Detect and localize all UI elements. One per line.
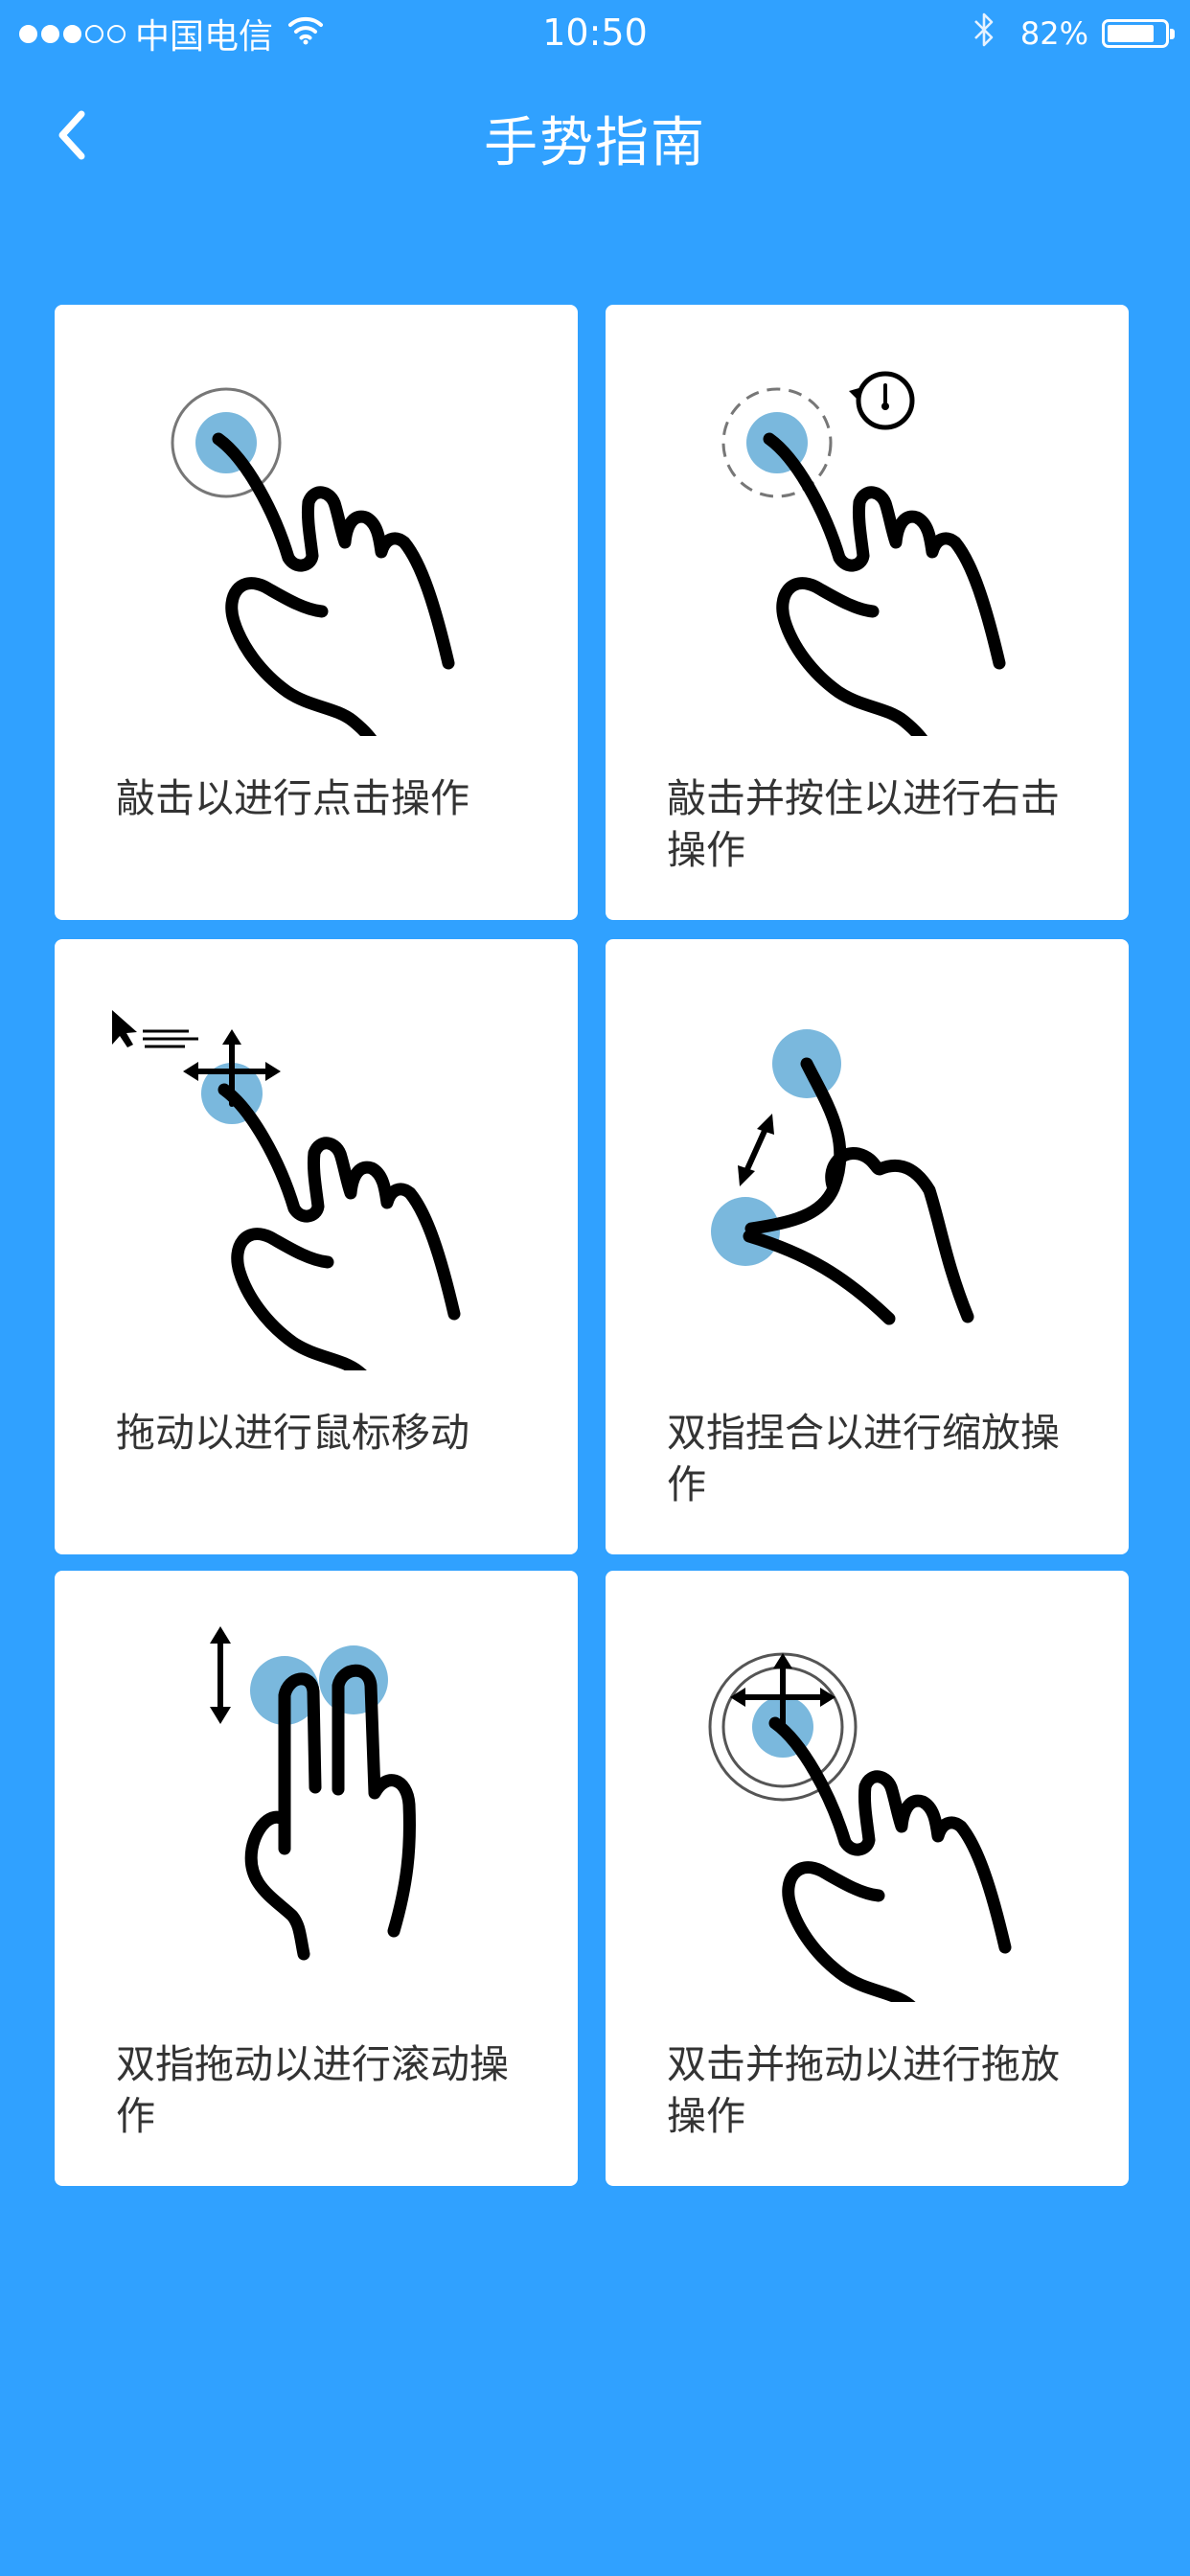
timer-icon xyxy=(849,371,915,430)
gesture-label: 拖动以进行鼠标移动 xyxy=(116,1410,469,1456)
status-right: 82% xyxy=(973,11,1175,58)
gesture-card-double-tap-drag[interactable]: 双击并拖动以进行拖放操作 xyxy=(606,1571,1129,2186)
cursor-icon xyxy=(112,1010,198,1048)
gesture-card-tap[interactable]: 敲击以进行点击操作 xyxy=(55,305,578,920)
gesture-card-drag-move[interactable]: 拖动以进行鼠标移动 xyxy=(55,939,578,1554)
gesture-card-tap-and-hold[interactable]: 敲击并按住以进行右击操作 xyxy=(606,305,1129,920)
navigation-bar: 手势指南 xyxy=(0,67,1190,203)
gesture-label: 双击并拖动以进行拖放操作 xyxy=(667,2041,1060,2139)
gesture-card-two-finger-scroll[interactable]: 双指拖动以进行滚动操作 xyxy=(55,1571,578,2186)
gesture-label: 双指拖动以进行滚动操作 xyxy=(116,2041,509,2139)
gesture-label: 敲击并按住以进行右击操作 xyxy=(667,775,1060,873)
bluetooth-icon xyxy=(973,11,995,58)
tap-and-hold-gesture-icon xyxy=(721,371,1129,736)
drag-move-gesture-icon xyxy=(112,1010,578,1370)
vertical-scroll-arrows-icon xyxy=(210,1626,231,1724)
battery-percentage: 82% xyxy=(1019,15,1088,52)
gesture-label: 敲击以进行点击操作 xyxy=(116,775,469,821)
two-finger-scroll-gesture-icon xyxy=(210,1626,416,1961)
resize-arrow-icon xyxy=(738,1114,774,1186)
double-tap-drag-gesture-icon xyxy=(708,1652,1129,2002)
status-bar: 中国电信 10:50 82% xyxy=(0,0,1190,67)
battery-icon xyxy=(1102,19,1175,48)
gesture-card-pinch-zoom[interactable]: 双指捏合以进行缩放操作 xyxy=(606,939,1129,1554)
gesture-label: 双指捏合以进行缩放操作 xyxy=(667,1410,1060,1507)
pinch-zoom-gesture-icon xyxy=(711,1029,974,1325)
page-title: 手势指南 xyxy=(484,112,706,174)
tap-gesture-icon xyxy=(171,387,578,736)
